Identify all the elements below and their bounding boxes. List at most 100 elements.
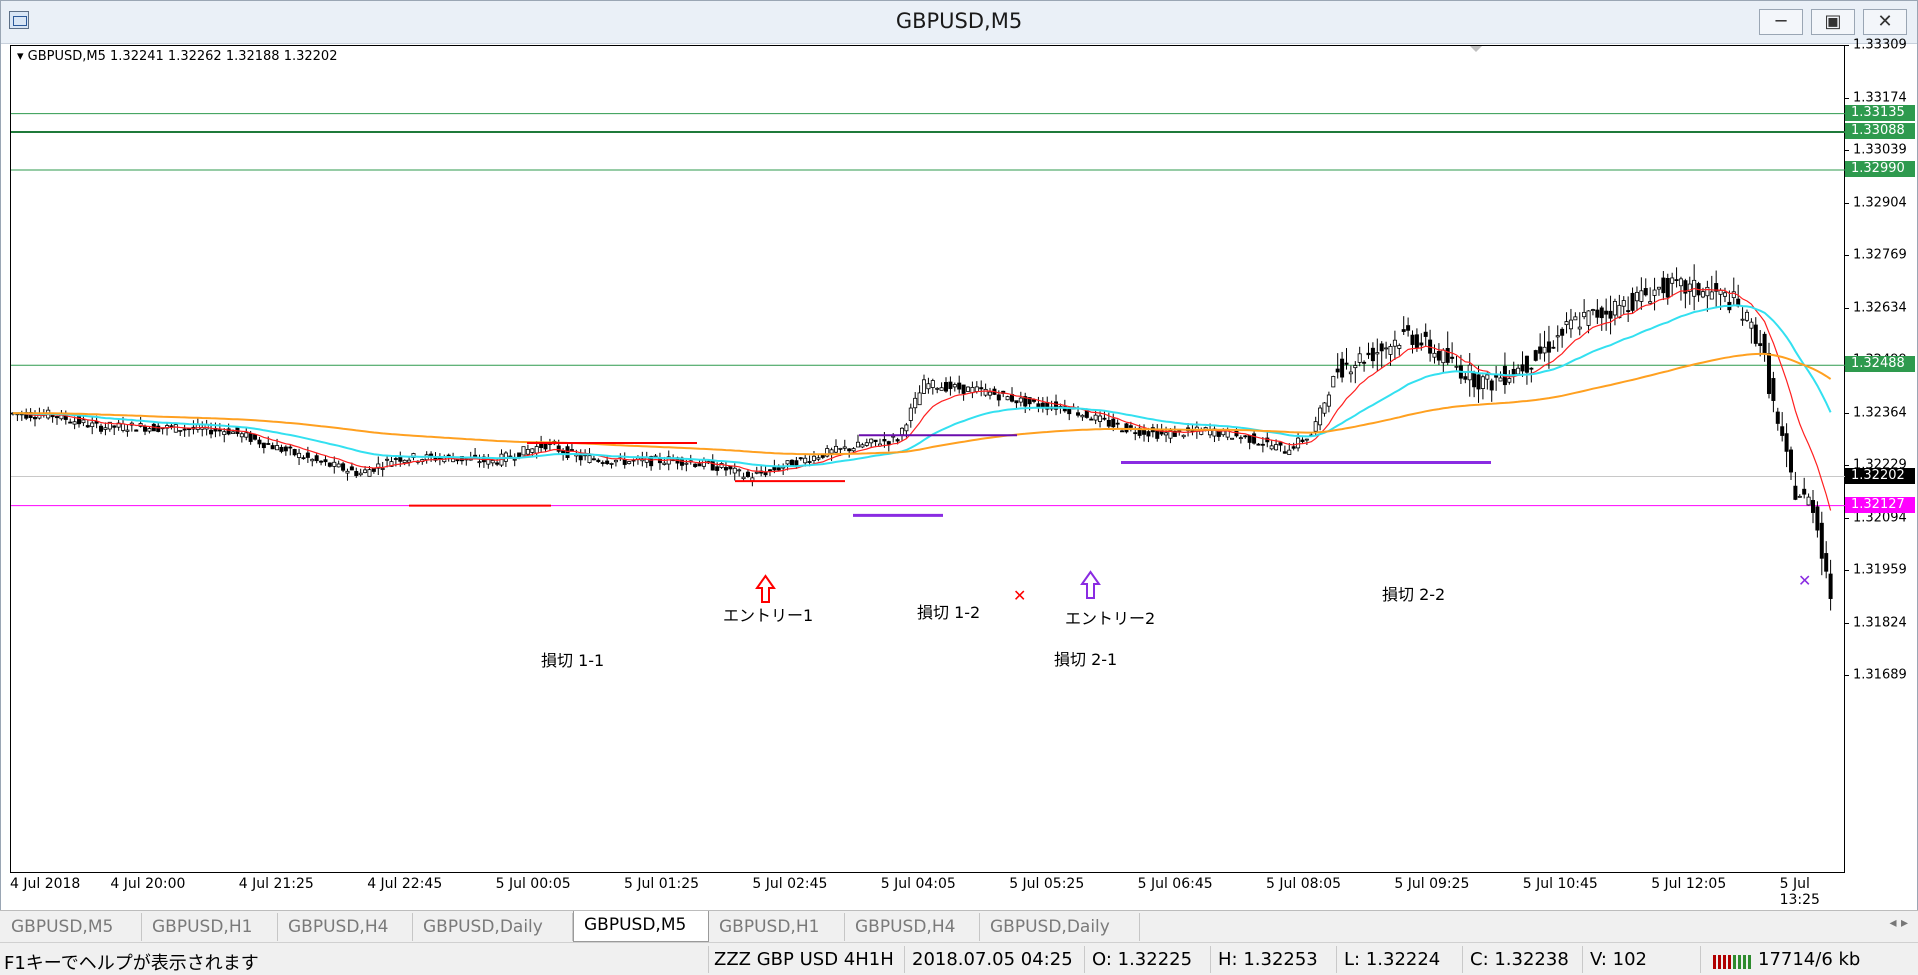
chart-shift-marker[interactable] — [1470, 46, 1482, 52]
candle-body — [72, 421, 77, 425]
candle-body — [1674, 279, 1679, 282]
candle-body — [966, 386, 971, 392]
tab-scroll-arrows[interactable]: ◂ ▸ — [1889, 915, 1908, 931]
moving-average-slow[interactable] — [13, 352, 1832, 456]
annotation-entry-1: エントリー1 — [723, 606, 813, 625]
tab-gbpusd-daily-7[interactable]: GBPUSD,Daily — [980, 913, 1140, 941]
candle-body — [121, 423, 126, 431]
candle-body — [239, 433, 244, 438]
tab-gbpusd-m5-0[interactable]: GBPUSD,M5 — [1, 913, 142, 941]
connection-status-icon[interactable] — [1713, 951, 1753, 969]
candle-body — [1419, 342, 1424, 346]
price-tick — [1845, 570, 1849, 571]
status-close: C: 1.32238 — [1470, 949, 1569, 970]
tab-gbpusd-h1-1[interactable]: GBPUSD,H1 — [142, 913, 278, 941]
candle-body — [81, 419, 86, 424]
collapse-arrow-icon[interactable]: ▾ — [17, 49, 24, 64]
price-tick — [1845, 465, 1849, 466]
time-tick-label: 5 Jul 02:45 — [752, 876, 828, 892]
candle-body — [983, 388, 988, 396]
status-traffic: 17714/6 kb — [1758, 949, 1861, 970]
tab-gbpusd-m5-4[interactable]: GBPUSD,M5 — [573, 911, 709, 942]
title-bar[interactable]: GBPUSD,M5 ─ ▣ ✕ — [1, 1, 1917, 44]
candle-body — [591, 458, 596, 461]
candle-body — [979, 387, 984, 390]
candle-body — [873, 439, 878, 442]
tab-gbpusd-h4-6[interactable]: GBPUSD,H4 — [845, 913, 980, 941]
price-level-tag: 1.32202 — [1845, 467, 1915, 484]
candle-body — [1423, 331, 1428, 337]
candle-body — [143, 426, 148, 432]
candle-body — [1005, 396, 1010, 401]
time-tick-label: 4 Jul 2018 — [10, 876, 81, 892]
candle-body — [1093, 414, 1098, 421]
candle-body — [1335, 368, 1340, 373]
candle-body — [1810, 500, 1815, 513]
candle-body — [446, 454, 451, 457]
price-chart[interactable]: ✕ ✕ 損切 1-1 エントリー1 損切 1-2 エントリー2 損切 2-1 損… — [10, 45, 1846, 874]
candle-body — [266, 443, 271, 445]
candle-body — [477, 461, 482, 464]
time-tick-label: 5 Jul 06:45 — [1137, 876, 1213, 892]
candle-body — [1392, 339, 1397, 347]
candle-body — [1362, 361, 1367, 364]
close-button[interactable]: ✕ — [1863, 9, 1907, 35]
candle-body — [371, 467, 376, 472]
status-profile[interactable]: ZZZ GBP USD 4H1H — [714, 949, 894, 970]
moving-average-fast[interactable] — [12, 287, 1832, 511]
price-scale[interactable]: 1.33309 1.33174 1.33039 1.32904 1.32769 1.326… — [1845, 38, 1917, 873]
candle-body — [1507, 378, 1512, 383]
tab-gbpusd-h1-5[interactable]: GBPUSD,H1 — [709, 913, 845, 941]
candle-body — [1771, 378, 1776, 401]
candle-body — [1014, 400, 1019, 404]
tab-gbpusd-h4-2[interactable]: GBPUSD,H4 — [278, 913, 413, 941]
candle-body — [1340, 358, 1345, 378]
candle-body — [1604, 310, 1609, 315]
restore-icon: ▣ — [1824, 11, 1842, 32]
time-tick-label: 5 Jul 01:25 — [624, 876, 700, 892]
candle-body — [1476, 374, 1481, 390]
candle-body — [301, 457, 306, 460]
candle-body — [1797, 495, 1802, 498]
price-tick-label: 1.31824 — [1853, 615, 1907, 630]
status-open: O: 1.32225 — [1092, 949, 1193, 970]
candle-body — [85, 425, 90, 428]
candle-body — [1230, 437, 1235, 440]
candle-body — [869, 438, 874, 444]
maximize-button[interactable]: ▣ — [1811, 9, 1855, 35]
candle-body — [1278, 442, 1283, 446]
candle-body — [261, 442, 266, 449]
price-tick — [1845, 675, 1849, 676]
candle-body — [605, 460, 610, 465]
candle-body — [838, 447, 843, 450]
candle-body — [257, 439, 262, 445]
candle-body — [1357, 353, 1362, 363]
candle-body — [1406, 325, 1411, 331]
candle-body — [1216, 430, 1221, 437]
time-scale[interactable]: 4 Jul 2018 4 Jul 20:00 4 Jul 21:25 4 Jul 22… — [10, 873, 1845, 908]
candle-body — [741, 476, 746, 480]
candle-body — [1344, 362, 1349, 365]
candle-body — [1370, 347, 1375, 362]
chart-canvas[interactable]: ✕ ✕ 損切 1-1 エントリー1 損切 1-2 エントリー2 損切 2-1 損… — [11, 46, 1846, 874]
candle-body — [1454, 365, 1459, 368]
price-level-tag: 1.32127 — [1845, 496, 1915, 513]
candle-body — [1718, 289, 1723, 295]
time-tick-label: 5 Jul 00:05 — [495, 876, 571, 892]
candle-body — [521, 446, 526, 456]
candle-body — [627, 461, 632, 464]
candle-body — [103, 427, 108, 430]
candle-body — [217, 429, 222, 432]
close-cross-icon: ✕ — [1013, 586, 1026, 605]
candle-body — [270, 445, 275, 450]
candle-body — [693, 463, 698, 467]
buy-arrow-icon — [755, 574, 776, 603]
candle-body — [785, 460, 790, 465]
candle-body — [1296, 437, 1301, 449]
candle-body — [297, 452, 302, 458]
candle-body — [1124, 423, 1129, 433]
candle-body — [904, 424, 909, 432]
candle-body — [600, 462, 605, 464]
tab-gbpusd-daily-3[interactable]: GBPUSD,Daily — [413, 913, 573, 941]
minimize-button[interactable]: ─ — [1759, 9, 1803, 35]
